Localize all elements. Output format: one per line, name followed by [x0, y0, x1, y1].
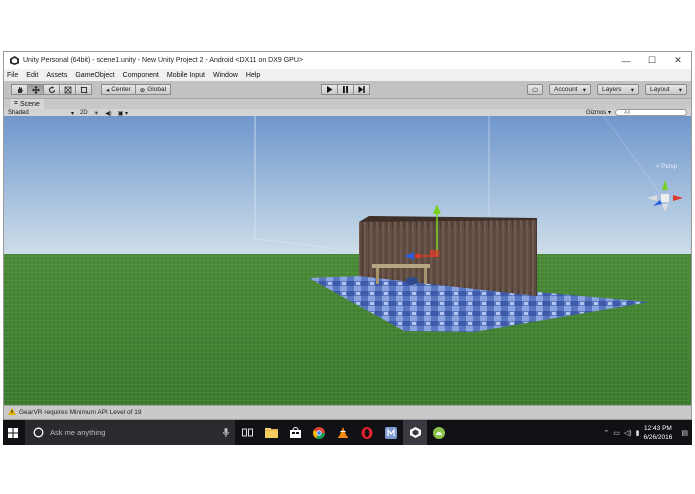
layers-dropdown[interactable]: Layers ▾: [597, 84, 639, 95]
cortana-placeholder: Ask me anything: [50, 428, 106, 437]
scene-render: [4, 116, 691, 406]
maximize-button[interactable]: ☐: [639, 52, 665, 69]
window-title: Unity Personal (64bit) - scene1.unity - …: [23, 57, 303, 64]
move-tool-button[interactable]: [27, 84, 44, 95]
taskbar-clock[interactable]: 12:43 PM 6/26/2016: [643, 424, 672, 442]
notifications-icon[interactable]: ▤: [681, 429, 688, 437]
rect-tool-button[interactable]: [75, 84, 92, 95]
sky: [4, 116, 691, 266]
title-bar[interactable]: Unity Personal (64bit) - scene1.unity - …: [4, 52, 691, 69]
scene-tab-label: Scene: [19, 100, 40, 108]
minimize-button[interactable]: —: [613, 52, 639, 69]
network-icon[interactable]: ▭: [613, 429, 620, 437]
status-bar[interactable]: GearVR requires Minimum API Level of 19: [4, 405, 691, 419]
main-toolbar: ◂ Center ⊕ Global Account ▾ Layers ▾ Lay…: [4, 81, 691, 99]
menu-assets[interactable]: Assets: [46, 72, 67, 79]
vlc-icon[interactable]: [331, 420, 355, 445]
cloud-services-button[interactable]: [527, 84, 543, 95]
projection-label[interactable]: < Persp: [656, 164, 677, 170]
space-label: Global: [147, 86, 167, 93]
tray-chevron-up-icon[interactable]: ⌃: [603, 429, 609, 437]
rotate-tool-button[interactable]: [43, 84, 60, 95]
scene-icon: ⌗: [14, 100, 18, 107]
clock-time: 12:43 PM: [644, 424, 672, 432]
menu-edit[interactable]: Edit: [26, 72, 38, 79]
file-explorer-icon[interactable]: [259, 420, 283, 445]
scene-tab-bar: ⌗ Scene: [4, 99, 691, 109]
play-button[interactable]: [321, 84, 338, 95]
pause-button[interactable]: [337, 84, 354, 95]
chrome-icon[interactable]: [307, 420, 331, 445]
menu-mobile-input[interactable]: Mobile Input: [167, 72, 205, 79]
move-tool-icon: [31, 85, 40, 94]
chevron-down-icon: ▾: [678, 86, 682, 94]
opera-icon[interactable]: [355, 420, 379, 445]
cortana-search-box[interactable]: Ask me anything: [25, 420, 235, 445]
step-icon: [358, 86, 365, 93]
tab-scene[interactable]: ⌗ Scene: [10, 99, 44, 109]
pivot-label: Center: [111, 86, 131, 93]
microphone-icon[interactable]: [223, 428, 229, 437]
layout-label: Layout: [650, 86, 670, 93]
layers-label: Layers: [602, 86, 622, 93]
scene-viewport[interactable]: < Persp: [4, 116, 691, 406]
store-icon[interactable]: [283, 420, 307, 445]
clock-date: 6/26/2016: [643, 433, 673, 441]
unity-logo-icon: [9, 56, 19, 66]
warning-icon: [8, 408, 16, 417]
status-message: GearVR requires Minimum API Level of 19: [19, 409, 142, 416]
table: [372, 264, 430, 268]
globe-icon: ⊕: [139, 86, 146, 94]
menu-file[interactable]: File: [7, 72, 18, 79]
account-dropdown[interactable]: Account ▾: [549, 84, 591, 95]
scale-tool-icon: [64, 86, 71, 93]
hand-tool-button[interactable]: [11, 84, 28, 95]
pause-icon: [343, 86, 348, 93]
scale-tool-button[interactable]: [59, 84, 76, 95]
rect-tool-icon: [80, 86, 87, 93]
gizmos-dropdown[interactable]: Gizmos ▾: [586, 109, 611, 116]
account-label: Account: [554, 86, 578, 93]
step-button[interactable]: [353, 84, 370, 95]
menu-help[interactable]: Help: [246, 72, 260, 79]
pot: [406, 277, 418, 285]
unity-window: Unity Personal (64bit) - scene1.unity - …: [3, 51, 692, 420]
rotate-tool-icon: [48, 85, 55, 93]
menu-window[interactable]: Window: [213, 72, 238, 79]
android-studio-icon[interactable]: [427, 420, 451, 445]
monodevelop-icon[interactable]: [379, 420, 403, 445]
windows-taskbar: Ask me anything ⌃ ▭ ◁) ▮ 12:43 PM 6/26/2…: [3, 420, 692, 445]
start-button[interactable]: [3, 420, 23, 445]
chevron-down-icon: ▾: [582, 86, 586, 94]
volume-icon[interactable]: ◁): [624, 429, 632, 437]
windows-logo-icon: [8, 427, 18, 438]
close-button[interactable]: ✕: [665, 52, 691, 69]
cortana-icon: [33, 427, 44, 438]
layout-dropdown[interactable]: Layout ▾: [645, 84, 687, 95]
battery-icon[interactable]: ▮: [636, 429, 640, 437]
task-view-icon[interactable]: [235, 420, 259, 445]
cloud-icon: [532, 87, 538, 92]
hand-tool-icon: [17, 86, 23, 93]
system-tray: ⌃ ▭ ◁) ▮ 12:43 PM 6/26/2016 ▤: [599, 420, 688, 445]
pivot-center-toggle[interactable]: ◂ Center: [101, 84, 136, 95]
chevron-down-icon: ▾: [630, 86, 634, 94]
menu-bar: File Edit Assets GameObject Component Mo…: [4, 69, 691, 81]
pivot-icon: ◂: [106, 86, 110, 94]
play-icon: [327, 86, 333, 93]
menu-component[interactable]: Component: [123, 72, 159, 79]
space-global-toggle[interactable]: ⊕ Global: [134, 84, 172, 95]
hierarchy-search-input[interactable]: All: [615, 109, 687, 116]
menu-gameobject[interactable]: GameObject: [75, 72, 114, 79]
unity-taskbar-icon[interactable]: [403, 420, 427, 445]
